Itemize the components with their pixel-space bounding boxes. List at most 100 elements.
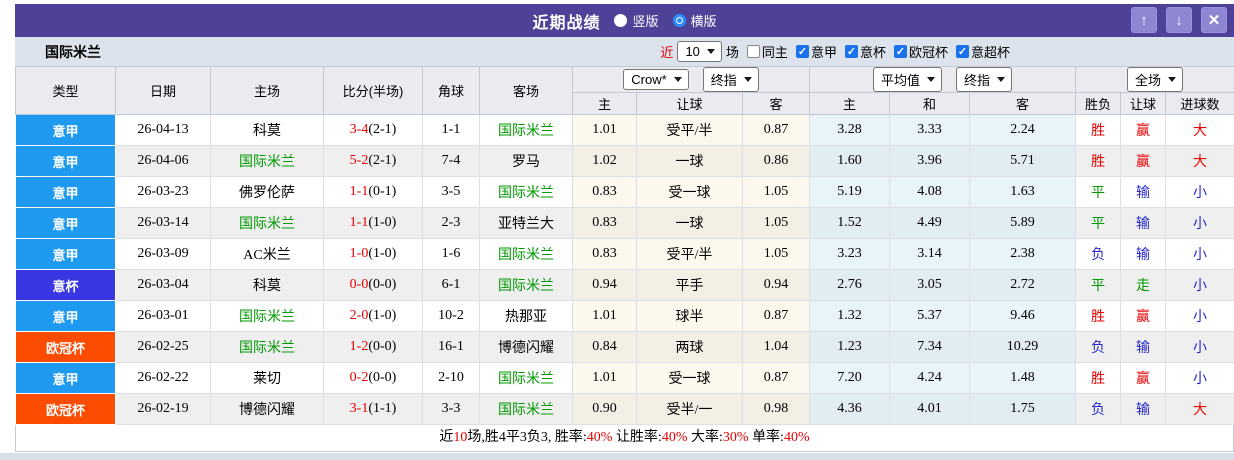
radio-horizontal-layout[interactable]: 横版 [673, 11, 717, 30]
halftime-score: (1-0) [368, 215, 396, 230]
table-row: 意甲26-03-01国际米兰2-0(1-0)10-2热那亚1.01球半0.871… [16, 301, 1234, 332]
corner-score: 1-1 [423, 115, 480, 146]
odds-away: 1.04 [743, 332, 810, 363]
table-row: 欧冠杯26-02-25国际米兰1-2(0-0)16-1博德闪耀0.84两球1.0… [16, 332, 1234, 363]
home-team: 国际米兰 [211, 146, 324, 177]
home-team: 国际米兰 [211, 332, 324, 363]
away-team: 热那亚 [480, 301, 573, 332]
same-home-label: 同主 [762, 42, 788, 61]
avg-home: 5.19 [810, 177, 890, 208]
chevron-down-icon [997, 77, 1005, 82]
fulltime-score: 3-1 [350, 401, 369, 416]
corner-score: 3-3 [423, 394, 480, 425]
summary-segment: 30% [723, 430, 749, 445]
score-cell: 1-2(0-0) [324, 332, 423, 363]
league-badge: 意甲 [16, 146, 116, 177]
fulltime-score: 2-0 [350, 308, 369, 323]
avg-away: 9.46 [970, 301, 1076, 332]
league-checkbox[interactable]: ✓ [956, 45, 969, 58]
league-badge: 欧冠杯 [16, 332, 116, 363]
handicap-result-cell: 输 [1121, 177, 1166, 208]
bookmaker-select[interactable]: Crow* [623, 69, 688, 90]
odds-stage-select-2[interactable]: 终指 [956, 67, 1012, 92]
result-cell: 平 [1076, 208, 1121, 239]
match-date: 26-02-22 [116, 363, 211, 394]
odds-away: 0.87 [743, 301, 810, 332]
sub-header-handicap-result: 让球 [1121, 93, 1166, 115]
avg-away: 1.63 [970, 177, 1076, 208]
home-team: 佛罗伦萨 [211, 177, 324, 208]
league-badge: 意甲 [16, 208, 116, 239]
close-button[interactable]: ✕ [1201, 7, 1227, 33]
away-team: 罗马 [480, 146, 573, 177]
table-row: 意甲26-03-23佛罗伦萨1-1(0-1)3-5国际米兰0.83受一球1.05… [16, 177, 1234, 208]
sub-header-avg-away: 客 [970, 93, 1076, 115]
sub-header-odds-away: 客 [743, 93, 810, 115]
odds-handicap: 球半 [637, 301, 743, 332]
table-row: 意甲26-04-13科莫3-4(2-1)1-1国际米兰1.01受平/半0.873… [16, 115, 1234, 146]
odds-home: 1.02 [573, 146, 637, 177]
odds-away: 0.94 [743, 270, 810, 301]
halftime-score: (2-1) [368, 122, 396, 137]
summary-segment: 单率: [749, 430, 784, 445]
col-header-away: 客场 [480, 67, 573, 115]
fulltime-score: 0-2 [350, 370, 369, 385]
score-cell: 0-2(0-0) [324, 363, 423, 394]
radio-horizontal-icon[interactable] [673, 14, 686, 27]
odds-group-header: Crow* 终指 [573, 67, 810, 93]
league-checkbox[interactable]: ✓ [894, 45, 907, 58]
home-team: 莱切 [211, 363, 324, 394]
odds-home: 0.94 [573, 270, 637, 301]
corner-score: 2-3 [423, 208, 480, 239]
result-cell: 胜 [1076, 363, 1121, 394]
avg-draw: 4.24 [890, 363, 970, 394]
odds-handicap: 受半/一 [637, 394, 743, 425]
handicap-result-cell: 输 [1121, 239, 1166, 270]
average-select[interactable]: 平均值 [873, 67, 942, 92]
avg-draw: 4.08 [890, 177, 970, 208]
odds-away: 1.05 [743, 177, 810, 208]
away-team: 国际米兰 [480, 363, 573, 394]
league-badge: 意甲 [16, 177, 116, 208]
away-team: 亚特兰大 [480, 208, 573, 239]
same-home-checkbox[interactable] [747, 45, 760, 58]
league-checkbox[interactable]: ✓ [845, 45, 858, 58]
goals-cell: 小 [1166, 301, 1234, 332]
fulltime-score: 0-0 [350, 277, 369, 292]
radio-vertical-layout[interactable]: 竖版 [614, 11, 658, 30]
odds-away: 0.87 [743, 363, 810, 394]
table-row: 欧冠杯26-02-19博德闪耀3-1(1-1)3-3国际米兰0.90受半/一0.… [16, 394, 1234, 425]
avg-draw: 3.96 [890, 146, 970, 177]
corner-score: 3-5 [423, 177, 480, 208]
filters-group: 近 10 场 同主 ✓意甲✓意杯✓欧冠杯✓意超杯 [660, 41, 1010, 62]
corner-score: 10-2 [423, 301, 480, 332]
league-checkbox[interactable]: ✓ [796, 45, 809, 58]
result-cell: 负 [1076, 332, 1121, 363]
fulltime-select[interactable]: 全场 [1127, 67, 1183, 92]
recent-count-select[interactable]: 10 [677, 41, 721, 62]
sub-header-odds-handicap: 让球 [637, 93, 743, 115]
col-header-date: 日期 [116, 67, 211, 115]
away-team: 国际米兰 [480, 239, 573, 270]
league-checkbox-label: 意超杯 [971, 42, 1010, 61]
odds-away: 0.87 [743, 115, 810, 146]
odds-handicap: 一球 [637, 208, 743, 239]
move-up-button[interactable]: ↑ [1131, 7, 1157, 33]
odds-home: 0.90 [573, 394, 637, 425]
halftime-score: (0-0) [368, 370, 396, 385]
chevron-down-icon [1168, 77, 1176, 82]
home-team: 国际米兰 [211, 208, 324, 239]
odds-stage-select-1[interactable]: 终指 [703, 67, 759, 92]
handicap-result-cell: 赢 [1121, 301, 1166, 332]
odds-handicap: 受平/半 [637, 239, 743, 270]
move-down-button[interactable]: ↓ [1166, 7, 1192, 33]
corner-score: 16-1 [423, 332, 480, 363]
handicap-result-cell: 赢 [1121, 363, 1166, 394]
fulltime-score: 3-4 [350, 122, 369, 137]
chevron-down-icon [674, 77, 682, 82]
radio-vertical-icon[interactable] [614, 14, 627, 27]
handicap-result-cell: 输 [1121, 332, 1166, 363]
average-group-header: 平均值 终指 [810, 67, 1076, 93]
match-date: 26-04-06 [116, 146, 211, 177]
odds-home: 1.01 [573, 363, 637, 394]
